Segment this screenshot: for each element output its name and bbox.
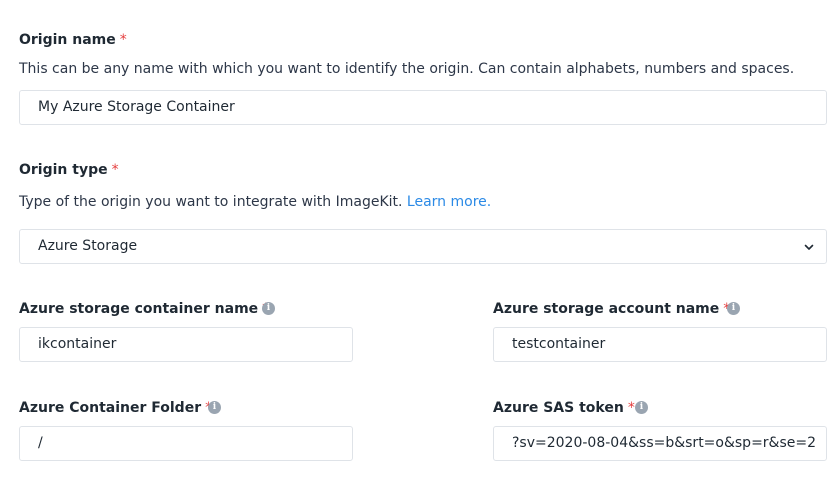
container-folder-label-text: Azure Container Folder — [19, 400, 202, 416]
container-folder-label: Azure Container Folder* — [19, 400, 212, 416]
container-folder-input[interactable]: / — [19, 426, 353, 461]
account-name-label-text: Azure storage account name — [493, 301, 720, 317]
origin-name-label: Origin name * — [19, 32, 127, 48]
info-icon[interactable]: i — [262, 302, 275, 315]
chevron-down-icon — [804, 244, 814, 250]
origin-name-label-text: Origin name — [19, 32, 116, 48]
required-mark: * — [119, 32, 127, 48]
info-icon[interactable]: i — [635, 401, 648, 414]
sas-token-input[interactable]: ?sv=2020-08-04&ss=b&srt=o&sp=r&se=2 — [493, 426, 827, 461]
origin-type-selected-value: Azure Storage — [38, 238, 138, 254]
origin-type-help: Type of the origin you want to integrate… — [19, 194, 491, 210]
info-icon[interactable]: i — [208, 401, 221, 414]
origin-name-input[interactable]: My Azure Storage Container — [19, 90, 827, 125]
origin-name-help: This can be any name with which you want… — [19, 61, 795, 77]
account-name-label: Azure storage account name* — [493, 301, 730, 317]
origin-type-label: Origin type * — [19, 162, 119, 178]
container-name-input[interactable]: ikcontainer — [19, 327, 353, 362]
origin-type-help-text: Type of the origin you want to integrate… — [19, 194, 403, 210]
account-name-input[interactable]: testcontainer — [493, 327, 827, 362]
required-mark: * — [111, 162, 119, 178]
info-icon[interactable]: i — [727, 302, 740, 315]
container-name-label-text: Azure storage container name — [19, 301, 259, 317]
learn-more-link[interactable]: Learn more. — [407, 194, 491, 210]
origin-type-label-text: Origin type — [19, 162, 108, 178]
sas-token-label-text: Azure SAS token — [493, 400, 624, 416]
sas-token-label: Azure SAS token * — [493, 400, 635, 416]
container-name-label: Azure storage container name* — [19, 301, 269, 317]
origin-type-select[interactable]: Azure Storage — [19, 229, 827, 264]
required-mark: * — [627, 400, 635, 416]
